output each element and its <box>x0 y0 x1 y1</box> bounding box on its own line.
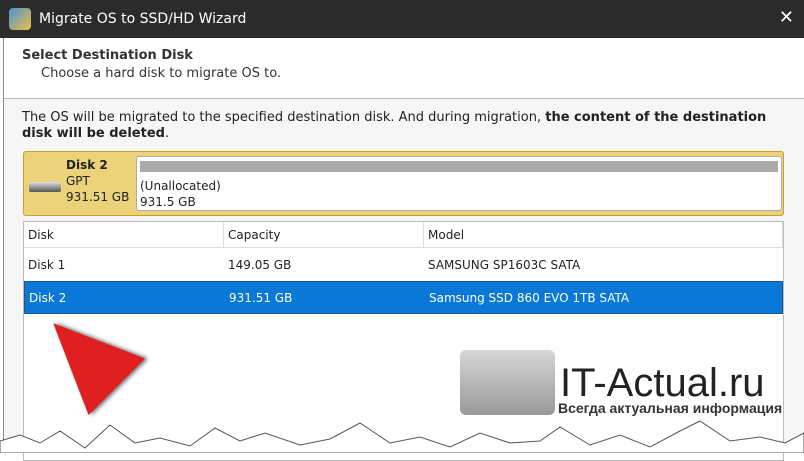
watermark-logo: IT-Actual.ru Всегда актуальная информаци… <box>460 350 782 416</box>
disk-type: GPT <box>66 174 90 188</box>
close-button[interactable]: ✕ <box>779 7 794 28</box>
disk-name: Disk 2 <box>66 158 108 172</box>
cell-model: Samsung SSD 860 EVO 1TB SATA <box>429 290 630 305</box>
watermark-title: IT-Actual.ru <box>560 360 765 405</box>
window-title: Migrate OS to SSD/HD Wizard <box>39 11 247 27</box>
hard-disk-icon <box>29 182 61 192</box>
column-capacity[interactable]: Capacity <box>224 221 424 248</box>
cell-model: SAMSUNG SP1603C SATA <box>428 257 581 272</box>
table-header: Disk Capacity Model <box>24 221 783 248</box>
torn-edge <box>0 420 804 453</box>
partition-usage-bar <box>140 161 778 172</box>
partition-block[interactable]: (Unallocated) 931.5 GB <box>136 156 782 211</box>
devices-gear-icon <box>460 350 555 415</box>
cell-disk: Disk 1 <box>28 257 66 272</box>
message-text: The OS will be migrated to the specified… <box>22 110 546 125</box>
title-bar: Migrate OS to SSD/HD Wizard ✕ <box>0 0 804 38</box>
table-row[interactable]: Disk 1 149.05 GB SAMSUNG SP1603C SATA <box>24 248 783 281</box>
page-subtitle: Choose a hard disk to migrate OS to. <box>41 66 282 81</box>
warning-message: The OS will be migrated to the specified… <box>22 110 782 142</box>
selected-disk-map[interactable]: Disk 2 GPT 931.51 GB (Unallocated) 931.5 G… <box>23 151 784 216</box>
message-end: . <box>164 126 170 141</box>
disk-size: 931.51 GB <box>66 190 130 204</box>
cell-capacity: 149.05 GB <box>228 257 292 272</box>
page-title: Select Destination Disk <box>22 48 193 63</box>
column-model[interactable]: Model <box>424 221 783 248</box>
cell-capacity: 931.51 GB <box>229 290 293 305</box>
column-disk[interactable]: Disk <box>24 221 224 248</box>
partition-label: (Unallocated) <box>140 179 221 193</box>
cell-disk: Disk 2 <box>29 290 67 305</box>
wizard-header: Select Destination Disk Choose a hard di… <box>4 38 804 99</box>
table-row-selected[interactable]: Disk 2 931.51 GB Samsung SSD 860 EVO 1TB… <box>24 281 783 314</box>
partition-size: 931.5 GB <box>140 195 196 209</box>
wizard-icon <box>9 8 31 30</box>
